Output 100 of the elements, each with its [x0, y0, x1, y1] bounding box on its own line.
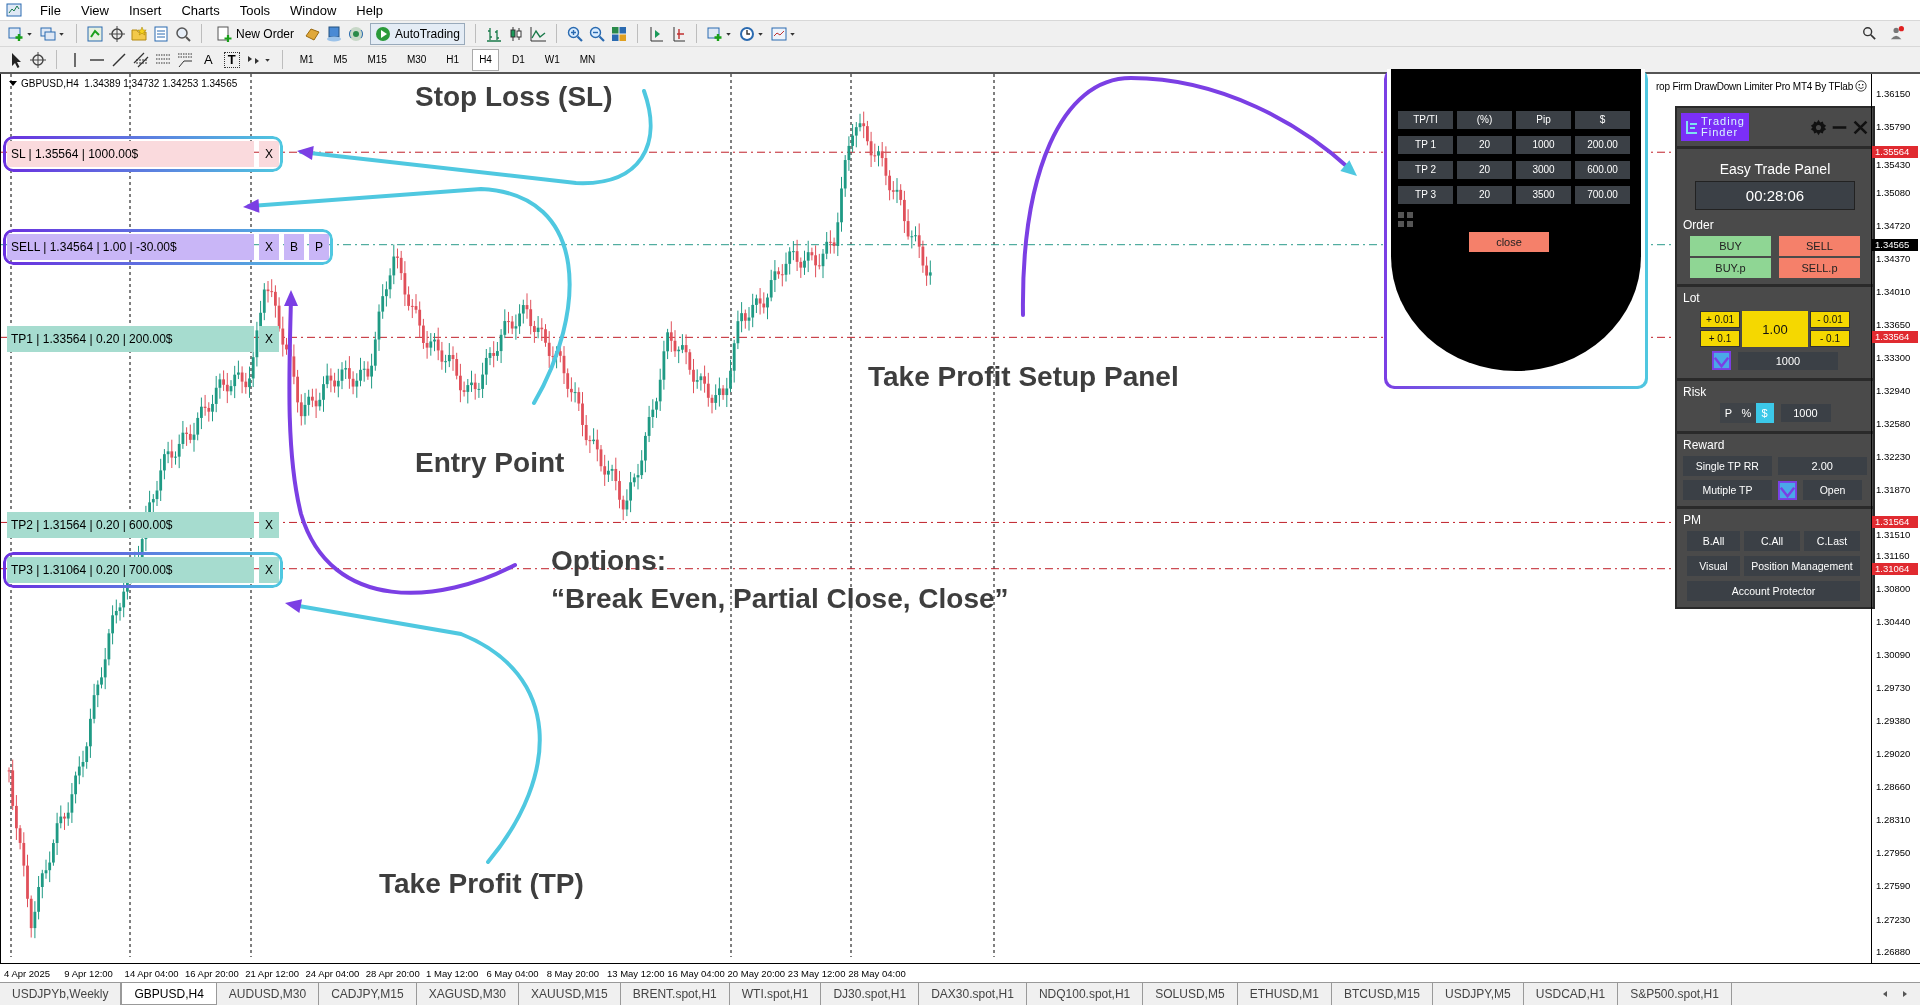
buy-button[interactable]: BUY.p	[1690, 258, 1771, 278]
table-cell[interactable]: 1000	[1516, 136, 1571, 154]
chart-shift-icon[interactable]	[647, 25, 664, 42]
position-button[interactable]: Position Management	[1744, 556, 1860, 576]
window-plus-icon[interactable]	[706, 25, 723, 42]
lot-step-button[interactable]: - 0.1	[1810, 330, 1850, 347]
user-icon[interactable]	[1890, 26, 1904, 40]
crosshair-icon[interactable]	[109, 25, 125, 42]
candlestick-icon[interactable]	[507, 25, 524, 42]
position-button[interactable]: C.All	[1744, 531, 1800, 551]
chart-tab[interactable]: XAGUSD,M30	[416, 983, 520, 1005]
risk-value-field[interactable]: 1000	[1780, 404, 1831, 422]
menu-item[interactable]: File	[30, 2, 71, 18]
table-cell[interactable]: 700.00	[1575, 186, 1630, 204]
timeframe-button[interactable]: M15	[360, 48, 394, 71]
menu-item[interactable]: Help	[346, 2, 394, 18]
chart-tab[interactable]: SOLUSD,M5	[1143, 983, 1238, 1005]
timeframe-button[interactable]: H4	[472, 48, 499, 71]
trade-line-button[interactable]: X	[259, 557, 279, 583]
lot-step-button[interactable]: + 0.01	[1700, 311, 1740, 328]
chart-tab[interactable]: WTI.spot,H1	[729, 983, 822, 1005]
table-cell[interactable]: 20	[1457, 186, 1512, 204]
fibonacci-fan-icon[interactable]	[177, 51, 193, 68]
timeframe-button[interactable]: MN	[572, 48, 603, 71]
chart-tab[interactable]: CADJPY,M15	[319, 983, 417, 1005]
close-button[interactable]: close	[1469, 232, 1549, 252]
grip-icon[interactable]	[1398, 212, 1413, 227]
timeframe-button[interactable]: M30	[399, 48, 434, 71]
position-button[interactable]: Account Protector	[1687, 581, 1860, 601]
sell-button[interactable]: SELL.p	[1779, 258, 1860, 278]
buy-button[interactable]: BUY	[1690, 236, 1771, 256]
table-cell[interactable]: 20	[1457, 136, 1512, 154]
chart-tab[interactable]: BTCUSD,M15	[1331, 983, 1433, 1005]
chart-tab[interactable]: NDQ100.spot,H1	[1026, 983, 1144, 1005]
magnifier-icon[interactable]	[175, 25, 191, 42]
trade-line-label[interactable]: SELL | 1.34564 | 1.00 | -30.00$	[7, 234, 254, 260]
table-cell[interactable]: 20	[1457, 161, 1512, 179]
chart-tab[interactable]: ETHUSD,M1	[1237, 983, 1332, 1005]
chart-tab[interactable]: USDCAD,H1	[1523, 983, 1619, 1005]
sell-button[interactable]: SELL	[1779, 236, 1860, 256]
bar-chart-icon[interactable]	[485, 25, 502, 42]
single-tp-button[interactable]: Single TP RR	[1683, 456, 1772, 476]
lot-value-field[interactable]: 1.00	[1742, 311, 1808, 347]
risk-mode-button[interactable]: %	[1737, 403, 1756, 423]
table-cell[interactable]: TP 2	[1398, 161, 1453, 179]
table-cell[interactable]: 600.00	[1575, 161, 1630, 179]
menu-item[interactable]: View	[70, 2, 119, 18]
table-cell[interactable]: TP 3	[1398, 186, 1453, 204]
chart-tab[interactable]: GBPUSD,H4	[121, 983, 217, 1005]
trade-line-button[interactable]: X	[259, 234, 279, 260]
table-cell[interactable]: 3000	[1516, 161, 1571, 179]
menu-item[interactable]: Insert	[118, 2, 172, 18]
autotrading-button[interactable]: AutoTrading	[370, 22, 465, 45]
trade-line-label[interactable]: TP2 | 1.31564 | 0.20 | 600.00$	[7, 512, 254, 538]
timeframe-button[interactable]: M1	[292, 48, 321, 71]
table-cell[interactable]: 3500	[1516, 186, 1571, 204]
multiple-tp-button[interactable]: Mutiple TP	[1683, 480, 1772, 500]
chart-window-icon[interactable]	[770, 25, 787, 42]
trade-line-button[interactable]: X	[259, 141, 279, 167]
risk-mode-button[interactable]: P	[1719, 403, 1738, 423]
new-order-button[interactable]: New Order	[212, 22, 298, 45]
tile-windows-icon[interactable]	[610, 25, 627, 42]
chart-tab[interactable]: AUDUSD,M30	[216, 983, 320, 1005]
trade-line-button[interactable]: B	[284, 234, 304, 260]
trade-line-button[interactable]: X	[259, 512, 279, 538]
checkbox[interactable]	[1712, 351, 1731, 370]
folder-star-icon[interactable]	[131, 25, 147, 42]
trade-line-label[interactable]: TP1 | 1.33564 | 0.20 | 200.00$	[7, 326, 254, 352]
position-button[interactable]: Visual	[1687, 556, 1740, 576]
menu-item[interactable]: Tools	[229, 2, 281, 18]
server-icon[interactable]	[326, 25, 342, 42]
zoom-in-icon[interactable]	[566, 25, 583, 42]
timeframe-button[interactable]: D1	[504, 48, 532, 71]
app-icon[interactable]	[6, 2, 22, 18]
chart-tab[interactable]: DAX30.spot,H1	[919, 983, 1027, 1005]
position-button[interactable]: B.All	[1687, 531, 1740, 551]
trade-line-button[interactable]: X	[259, 326, 279, 352]
position-button[interactable]: C.Last	[1804, 531, 1860, 551]
line-chart-icon[interactable]	[529, 25, 546, 42]
rr-value-field[interactable]: 2.00	[1777, 457, 1867, 475]
signal-icon[interactable]	[348, 25, 364, 42]
table-cell[interactable]: TP 1	[1398, 136, 1453, 154]
chart-tab[interactable]: USDJPY,M5	[1433, 983, 1524, 1005]
text-tool[interactable]: A	[199, 52, 218, 67]
trade-line-label[interactable]: SL | 1.35564 | 1000.00$	[7, 141, 254, 167]
chart-tab[interactable]: XAUUSD,M15	[519, 983, 621, 1005]
ingot-icon[interactable]	[304, 25, 320, 42]
trade-line-button[interactable]: P	[309, 234, 329, 260]
table-cell[interactable]: 200.00	[1575, 136, 1630, 154]
timeframe-button[interactable]: W1	[537, 48, 567, 71]
amount-field[interactable]: 1000	[1738, 351, 1838, 370]
timeframe-button[interactable]: M5	[326, 48, 355, 71]
timeframe-button[interactable]: H1	[439, 48, 467, 71]
channel-icon[interactable]	[133, 51, 149, 68]
chart-tab[interactable]: S&P500.spot,H1	[1618, 983, 1732, 1005]
text-tool[interactable]: T	[223, 51, 240, 68]
checkbox[interactable]	[1778, 480, 1797, 500]
trendline-icon[interactable]	[111, 51, 127, 68]
menu-item[interactable]: Charts	[171, 2, 230, 18]
search-icon[interactable]	[1862, 26, 1876, 40]
